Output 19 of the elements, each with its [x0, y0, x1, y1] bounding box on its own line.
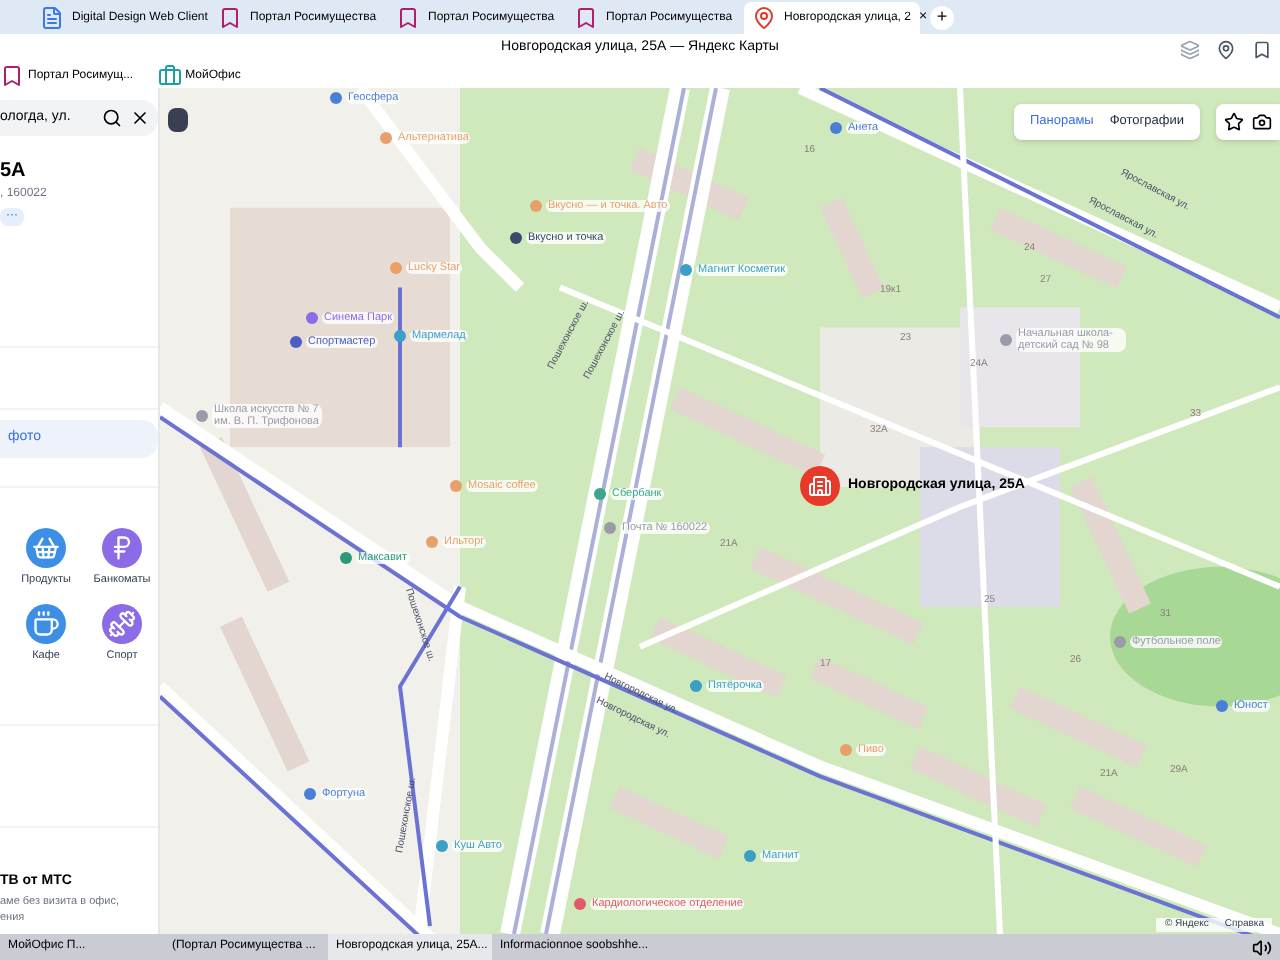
bookmark-icon	[396, 6, 420, 30]
search-icon[interactable]	[102, 108, 122, 128]
bookmark-icon[interactable]	[1252, 39, 1272, 59]
collapse-handle[interactable]	[168, 108, 188, 132]
bookmark-icon	[0, 64, 24, 88]
close-icon[interactable]	[130, 108, 150, 128]
bookmark-icon	[574, 6, 598, 30]
new-tab-button[interactable]: +	[930, 6, 954, 30]
building-icon	[808, 474, 832, 498]
place-title: 5А	[0, 158, 28, 186]
star-icon[interactable]	[1224, 112, 1244, 132]
map-pin-icon	[752, 6, 776, 30]
briefcase-icon	[157, 64, 182, 88]
location-icon[interactable]	[1216, 39, 1236, 59]
document-icon	[40, 6, 64, 30]
bookmark-icon	[218, 6, 242, 30]
layers-icon[interactable]	[1180, 39, 1200, 59]
speaker-icon[interactable]	[1252, 937, 1272, 957]
camera-icon[interactable]	[1252, 112, 1272, 132]
